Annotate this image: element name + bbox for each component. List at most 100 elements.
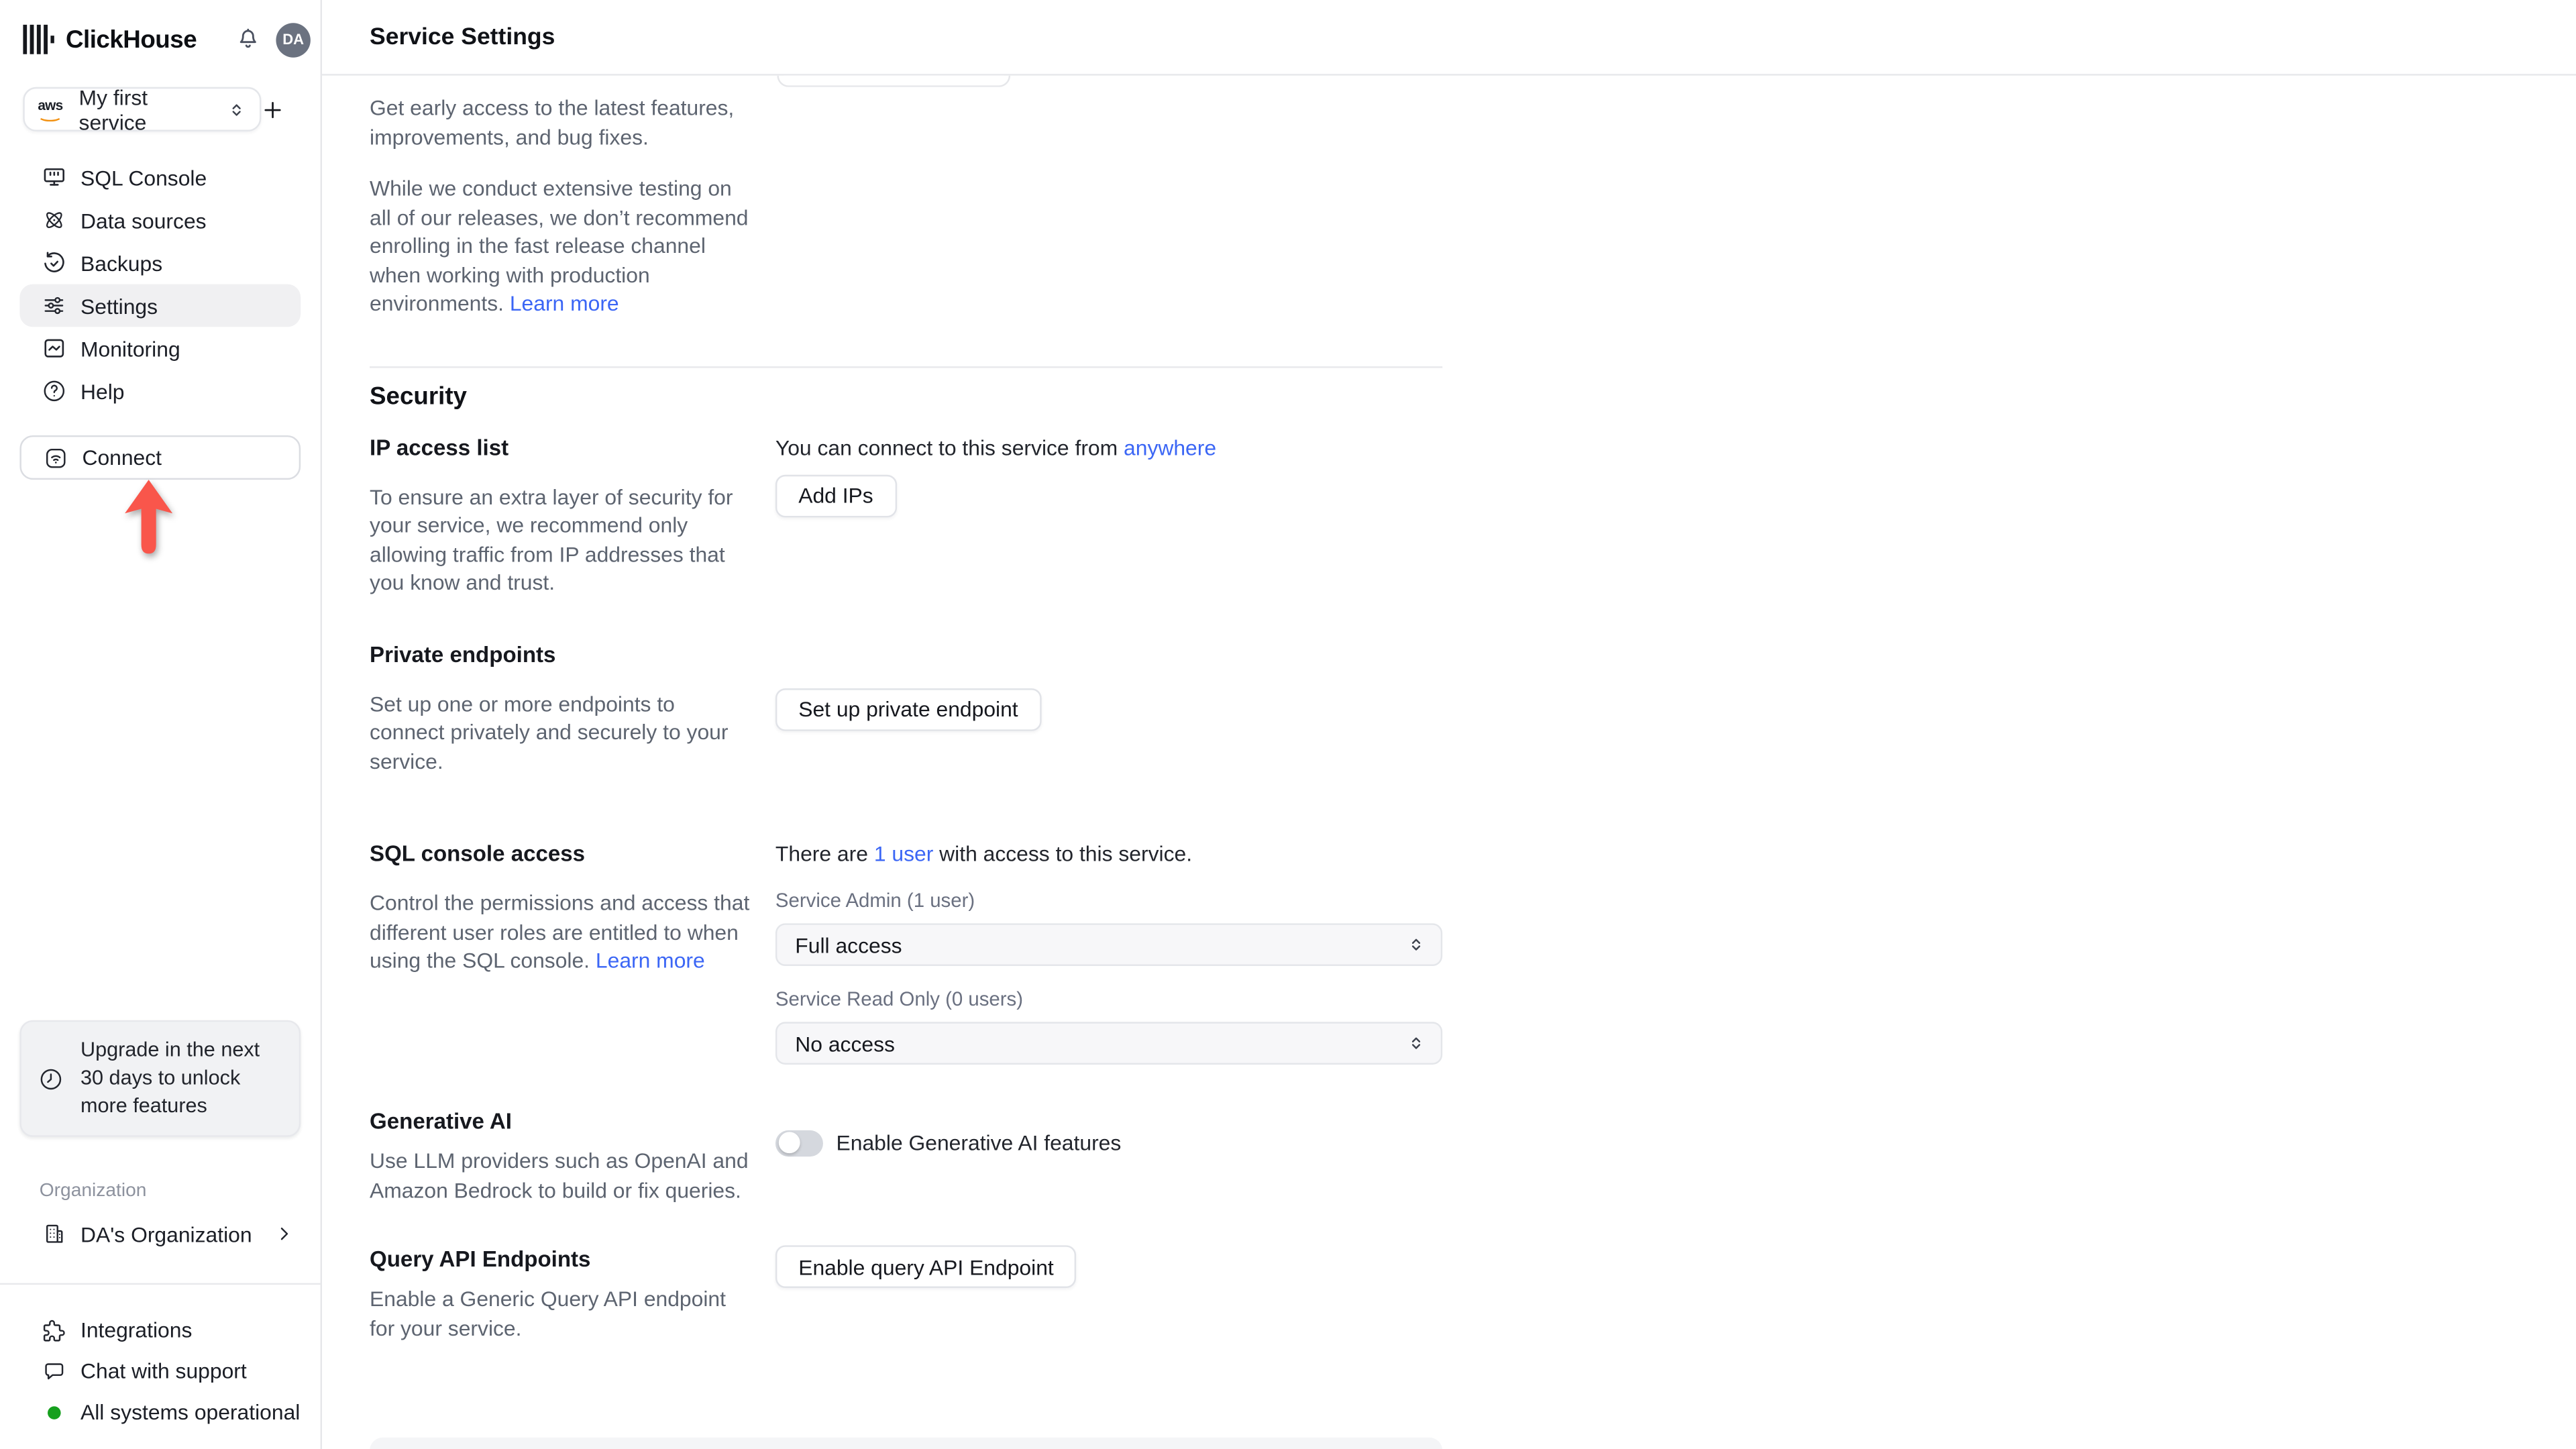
footer-item-label: Chat with support bbox=[80, 1358, 247, 1384]
settings-icon bbox=[41, 292, 67, 319]
main-area: Service Settings Get early access to the… bbox=[322, 0, 2576, 1449]
generative-ai-row: Generative AI Use LLM providers such as … bbox=[370, 1108, 1442, 1204]
private-endpoints-row: Private endpoints Set up one or more end… bbox=[370, 640, 1442, 775]
brand-name: ClickHouse bbox=[65, 25, 197, 54]
setup-private-endpoint-button[interactable]: Set up private endpoint bbox=[775, 687, 1041, 731]
sql-console-icon bbox=[41, 164, 67, 191]
app-root: ClickHouse DA aws My first service SQL C… bbox=[0, 0, 2576, 1449]
sidebar-item-label: SQL Console bbox=[80, 165, 207, 190]
service-selector-label: My first service bbox=[78, 85, 148, 134]
security-heading: Security bbox=[370, 382, 468, 411]
data-sources-icon bbox=[41, 207, 67, 233]
page-title: Service Settings bbox=[370, 23, 555, 50]
system-status-row[interactable]: All systems operational bbox=[0, 1391, 321, 1432]
chat-icon bbox=[41, 1358, 67, 1384]
sidebar-item-label: Data sources bbox=[80, 207, 207, 233]
organization-section-label: Organization bbox=[39, 1181, 147, 1201]
sidebar-item-chat-support[interactable]: Chat with support bbox=[0, 1350, 321, 1391]
connect-label: Connect bbox=[82, 445, 162, 470]
summary-text: You can connect to this service from bbox=[775, 434, 1124, 460]
sidebar-item-backups[interactable]: Backups bbox=[19, 241, 301, 284]
enable-query-api-button[interactable]: Enable query API Endpoint bbox=[775, 1245, 1077, 1289]
sql-console-access-label: SQL console access bbox=[370, 841, 586, 866]
sidebar-nav: SQL Console Data sources Backups Setting… bbox=[0, 156, 321, 413]
private-endpoints-description: Set up one or more endpoints to connect … bbox=[370, 690, 729, 773]
ip-access-label: IP access list bbox=[370, 434, 509, 460]
clock-icon bbox=[38, 1065, 64, 1091]
building-icon bbox=[41, 1221, 67, 1247]
connect-icon bbox=[43, 444, 69, 470]
footer-item-label: Integrations bbox=[80, 1318, 193, 1342]
sql-console-access-row: SQL console access Control the permissio… bbox=[370, 839, 1443, 1065]
query-api-row: Query API Endpoints Enable a Generic Que… bbox=[370, 1245, 1442, 1342]
section-divider bbox=[370, 365, 1443, 368]
main-header: Service Settings bbox=[322, 0, 2576, 76]
sidebar-item-label: Settings bbox=[80, 293, 158, 318]
notifications-bell-icon[interactable] bbox=[235, 26, 261, 52]
chevron-updown-icon bbox=[227, 98, 246, 121]
annotation-arrow-up bbox=[118, 478, 179, 557]
learn-more-link[interactable]: Learn more bbox=[510, 290, 619, 315]
sidebar-divider bbox=[0, 1283, 321, 1285]
anywhere-link[interactable]: anywhere bbox=[1124, 435, 1216, 460]
sidebar-item-monitoring[interactable]: Monitoring bbox=[19, 327, 301, 370]
service-selector-row: aws My first service bbox=[0, 85, 321, 134]
release-channel-paragraph-1: Get early access to the latest features,… bbox=[370, 95, 735, 149]
summary-text: with access to this service. bbox=[933, 841, 1193, 866]
footer-item-label: All systems operational bbox=[80, 1399, 301, 1425]
ip-access-description: To ensure an extra layer of security for… bbox=[370, 484, 733, 595]
generative-ai-description: Use LLM providers such as OpenAI and Ama… bbox=[370, 1148, 749, 1202]
backups-icon bbox=[41, 250, 67, 276]
query-api-description: Enable a Generic Query API endpoint for … bbox=[370, 1286, 726, 1340]
service-readonly-select-value: No access bbox=[795, 1030, 895, 1056]
upgrade-notice-text: Upgrade in the next 30 days to unlock mo… bbox=[80, 1038, 260, 1118]
generative-ai-toggle-row: Enable Generative AI features bbox=[775, 1128, 1442, 1157]
generative-ai-label: Generative AI bbox=[370, 1109, 512, 1134]
brand-row: ClickHouse DA bbox=[0, 0, 321, 57]
add-ips-button[interactable]: Add IPs bbox=[775, 474, 896, 517]
ip-access-row: IP access list To ensure an extra layer … bbox=[370, 433, 1442, 597]
release-channel-select-cutoff[interactable] bbox=[777, 75, 1011, 87]
service-admin-field-label: Service Admin (1 user) bbox=[775, 888, 975, 912]
clickhouse-logo-icon bbox=[23, 24, 54, 54]
service-readonly-select[interactable]: No access bbox=[775, 1022, 1443, 1065]
sidebar-item-sql-console[interactable]: SQL Console bbox=[19, 156, 301, 199]
sidebar-item-label: Monitoring bbox=[80, 335, 180, 361]
add-service-button[interactable] bbox=[261, 98, 284, 121]
sidebar-item-settings[interactable]: Settings bbox=[19, 284, 301, 327]
toggle-knob bbox=[777, 1132, 800, 1154]
generative-ai-toggle[interactable] bbox=[775, 1129, 823, 1156]
upgrade-notice-card[interactable]: Upgrade in the next 30 days to unlock mo… bbox=[19, 1020, 301, 1137]
chevron-updown-icon bbox=[1406, 1032, 1426, 1055]
connect-button[interactable]: Connect bbox=[19, 435, 301, 480]
user-avatar[interactable]: DA bbox=[276, 22, 311, 57]
aws-logo-icon: aws bbox=[38, 98, 66, 122]
help-icon bbox=[41, 378, 67, 404]
private-endpoints-label: Private endpoints bbox=[370, 641, 556, 667]
organization-name: DA's Organization bbox=[80, 1221, 252, 1246]
query-api-label: Query API Endpoints bbox=[370, 1246, 591, 1272]
sidebar-item-label: Help bbox=[80, 378, 125, 404]
next-section-cutoff bbox=[370, 1437, 1443, 1449]
service-admin-select-value: Full access bbox=[795, 932, 902, 957]
sql-console-access-description: Control the permissions and access that … bbox=[370, 889, 751, 975]
sidebar-item-integrations[interactable]: Integrations bbox=[0, 1309, 321, 1350]
summary-text: There are bbox=[775, 841, 874, 866]
user-count-link[interactable]: 1 user bbox=[874, 841, 934, 866]
generative-ai-toggle-label: Enable Generative AI features bbox=[836, 1130, 1122, 1155]
settings-content: Get early access to the latest features,… bbox=[322, 75, 2576, 1449]
service-admin-select[interactable]: Full access bbox=[775, 923, 1443, 967]
monitoring-icon bbox=[41, 335, 67, 362]
organization-row[interactable]: DA's Organization bbox=[19, 1212, 301, 1255]
service-selector[interactable]: aws My first service bbox=[23, 85, 262, 134]
sql-access-summary: There are 1 user with access to this ser… bbox=[775, 839, 1442, 867]
ip-access-summary: You can connect to this service from any… bbox=[775, 433, 1442, 461]
sidebar-footer: Integrations Chat with support All syste… bbox=[0, 1309, 321, 1449]
status-dot-icon bbox=[48, 1405, 61, 1419]
sidebar-item-help[interactable]: Help bbox=[19, 370, 301, 413]
service-readonly-field-label: Service Read Only (0 users) bbox=[775, 987, 1024, 1011]
release-channel-paragraph-2: While we conduct extensive testing on al… bbox=[370, 174, 751, 318]
chevron-updown-icon bbox=[1406, 933, 1426, 956]
learn-more-link[interactable]: Learn more bbox=[596, 948, 705, 973]
sidebar-item-data-sources[interactable]: Data sources bbox=[19, 199, 301, 241]
